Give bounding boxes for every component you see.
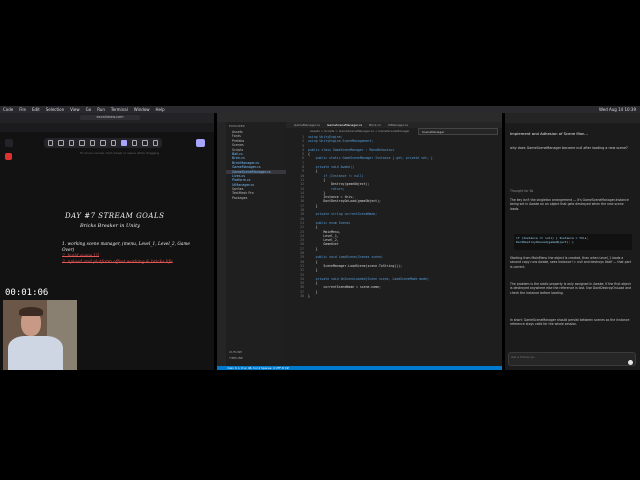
menu-item-file[interactable]: File — [19, 107, 26, 112]
tree-folder[interactable]: Packages — [226, 196, 286, 200]
menu-item-run[interactable]: Run — [97, 107, 105, 112]
hamburger-menu-button[interactable] — [5, 139, 13, 147]
goal-item: 1. working scene manager, (menu, Level_1… — [62, 242, 190, 253]
arrow-icon[interactable] — [110, 140, 117, 146]
chat-header — [505, 113, 640, 123]
assistant-paragraph: In short: GameSceneManager should persis… — [510, 318, 630, 327]
send-icon[interactable] — [628, 360, 633, 365]
tab-brick[interactable]: Brick.cs — [369, 123, 381, 127]
menu-item-help[interactable]: Help — [156, 107, 165, 112]
assistant-paragraph: Starting from MainMenu the object is cre… — [510, 256, 631, 269]
diamond-icon[interactable] — [89, 140, 96, 146]
eraser-icon[interactable] — [152, 140, 158, 146]
selection-icon[interactable] — [68, 140, 75, 146]
menu-item-terminal[interactable]: Terminal — [111, 107, 128, 112]
goals-list: 1. working scene manager, (menu, Level_1… — [62, 242, 192, 266]
hand-icon[interactable] — [58, 140, 64, 146]
chat-input[interactable]: Ask a follow-up... — [508, 352, 636, 366]
image-icon[interactable] — [142, 140, 148, 146]
menu-item-window[interactable]: Window — [134, 107, 150, 112]
address-bar[interactable]: excalidraw.com — [80, 115, 140, 120]
stroke-color-swatch[interactable] — [5, 153, 12, 160]
menu-bar: Code File Edit Selection View Go Run Ter… — [0, 106, 640, 113]
activity-bar — [217, 122, 226, 366]
goal-item-done: 3. upload and platform offset working & … — [62, 260, 173, 265]
find-input[interactable]: SceneManager — [418, 128, 498, 135]
code-editor[interactable]: 1 using UnityEngine; 2 using UnityEngine.Sc… — [290, 135, 498, 298]
tab-uimanager[interactable]: UIManager.cs — [388, 123, 408, 127]
stream-goals-title: DAY #7 STREAM GOALS — [65, 212, 165, 220]
pen-icon[interactable] — [121, 140, 127, 146]
assistant-paragraph: The problem is the static property is on… — [510, 282, 632, 295]
browser-tab-strip — [0, 123, 214, 132]
chat-title: Implement and Adhesion of Scene Man... — [510, 131, 589, 136]
menu-item-go[interactable]: Go — [86, 107, 92, 112]
lock-icon[interactable] — [48, 140, 54, 146]
rectangle-icon[interactable] — [79, 140, 85, 146]
stream-timer: 00:01:06 — [5, 288, 49, 298]
menu-item-view[interactable]: View — [70, 107, 80, 112]
ellipse-icon[interactable] — [100, 140, 106, 146]
breadcrumb[interactable]: Assets > Scripts > GameSceneManager.cs >… — [310, 129, 410, 133]
webcam-feed — [3, 300, 77, 370]
menubar-clock: Wed Aug 14 10:39 — [599, 107, 636, 112]
menu-item-app[interactable]: Code — [3, 107, 13, 112]
canvas-hint: To move canvas, hold wheel or space whil… — [80, 151, 160, 155]
drawing-toolbar — [44, 138, 162, 148]
stream-goals-subtitle: Bricks Breaker in Unity — [80, 223, 140, 229]
status-bar: main 0 ⚠ 0 Ln 46, Col 2 Spaces: 4 UTF-8 … — [217, 366, 502, 370]
library-button[interactable] — [196, 139, 205, 147]
code-snippet: if (Instance == null) { Instance = this;… — [514, 234, 632, 250]
assistant-paragraph: The key isn't the singleton arrangement … — [510, 198, 629, 211]
tab-gamemanager[interactable]: GameManager.cs — [294, 123, 320, 127]
menu-item-selection[interactable]: Selection — [46, 107, 64, 112]
code-line[interactable]: 38} — [290, 294, 498, 298]
timeline-section[interactable]: TIMELINE — [226, 354, 246, 362]
tab-gamescenemanager[interactable]: GameSceneManager.cs — [327, 123, 362, 127]
user-message: why does GameSceneManager become null af… — [510, 146, 628, 150]
thought-toggle[interactable]: Thought for 8s — [510, 189, 533, 193]
explorer-title: EXPLORER — [229, 124, 245, 128]
vscode-title-bar — [217, 113, 502, 122]
text-icon[interactable] — [131, 140, 138, 146]
explorer-sidebar: EXPLORER Assets Fonts Prefabs Scenes Scr… — [226, 122, 286, 366]
menu-item-edit[interactable]: Edit — [32, 107, 40, 112]
